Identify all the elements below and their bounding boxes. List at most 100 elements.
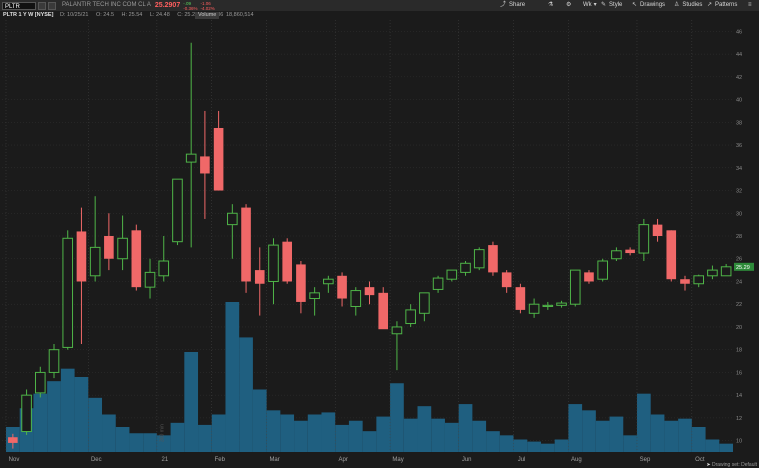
symbol-dropdown-button[interactable]: [38, 1, 46, 10]
candle-body: [254, 270, 265, 284]
style-button[interactable]: ✎ Style: [601, 0, 622, 11]
volume-bar: [650, 414, 665, 452]
candle-body: [542, 304, 554, 307]
studies-label: Studies: [682, 2, 703, 8]
x-tick-label: May: [392, 457, 403, 463]
change-extra-2: -4.02%: [200, 5, 215, 11]
candle-body: [21, 394, 32, 433]
volume-bar: [431, 418, 445, 452]
volume-bar: [294, 420, 308, 452]
volume-bar: [705, 439, 720, 452]
volume-bar: [321, 412, 336, 452]
x-tick-label: 21: [162, 457, 169, 463]
chevron-down-icon: ▾: [593, 2, 597, 8]
volume-bar: [362, 431, 377, 452]
patterns-button[interactable]: ↗ Patterns: [707, 0, 737, 11]
price-chart[interactable]: 10 12 14 16 18 20 22 24 26 28 30 32 34 36 38 40 42 44 46 No…: [0, 20, 759, 468]
y-tick-label: 36: [736, 143, 742, 149]
volume-bar: [691, 427, 706, 452]
candle-body: [680, 279, 690, 284]
y-tick-label: 22: [736, 302, 742, 308]
share-button[interactable]: ⤴ Share: [500, 0, 525, 11]
volume-bar: [582, 410, 596, 452]
candle-body: [378, 292, 389, 330]
studies-button[interactable]: ♙ Studies: [674, 0, 702, 11]
share-label: Share: [509, 2, 526, 8]
settings-button[interactable]: ⚙: [566, 0, 574, 11]
volume-bar: [115, 427, 130, 452]
y-tick-label: 30: [736, 211, 742, 217]
cursor-icon: ↖: [632, 2, 638, 8]
x-tick-label: Mar: [269, 457, 279, 463]
candle-body: [104, 236, 114, 259]
candle-body: [446, 269, 458, 280]
x-tick-label: Aug: [571, 457, 582, 463]
volume-bar: [595, 420, 610, 452]
candle-body: [460, 262, 471, 273]
flask-icon: ⚗: [548, 2, 554, 8]
drawing-set-indicator[interactable]: ➤ Drawing set: Default: [706, 462, 757, 468]
volume-bar: [472, 420, 487, 452]
volume-value: 18,860,514: [226, 12, 254, 18]
candle-body: [89, 246, 101, 277]
x-tick-label: Apr: [339, 457, 348, 463]
price-change-2: -1.06 -4.02%: [200, 1, 214, 11]
brush-icon: ✎: [601, 2, 607, 8]
y-tick-label: 14: [736, 393, 742, 399]
period-button[interactable]: Wk ▾: [583, 0, 600, 11]
volume-bar: [499, 435, 514, 452]
volume-bar: [417, 406, 432, 452]
candle-body: [391, 326, 403, 335]
patterns-label: Patterns: [715, 2, 738, 8]
candle-body: [652, 224, 663, 236]
y-tick-label: 18: [736, 348, 742, 354]
volume-bar: [623, 435, 637, 452]
volume-bar: [609, 416, 624, 452]
volume-bar: [198, 424, 212, 452]
x-tick-label: Sep: [640, 457, 651, 463]
candle-body: [131, 230, 142, 288]
flask-button[interactable]: ⚗: [548, 0, 556, 11]
candle-body: [350, 290, 362, 307]
volume-bar: [143, 433, 157, 452]
drawings-button[interactable]: ↖ Drawings: [632, 0, 665, 11]
candle-body: [227, 212, 238, 226]
company-name: PALANTIR TECH INC COM CL A: [62, 2, 151, 8]
symbol-link-button[interactable]: [48, 1, 56, 10]
x-tick-label: Dec: [91, 457, 102, 463]
volume-bar: [664, 420, 679, 452]
y-tick-label: 34: [736, 166, 742, 172]
x-tick-label: Feb: [215, 457, 226, 463]
ohlc-open: O: 24.5: [95, 12, 115, 18]
symbol-input[interactable]: PLTR: [2, 1, 36, 10]
candle-body: [282, 241, 292, 282]
volume-bar: [239, 337, 253, 452]
y-tick-label: 32: [736, 189, 742, 195]
ohlc-low: L: 24.48: [149, 12, 170, 18]
volume-bar: [102, 414, 116, 452]
x-tick-label: Oct: [695, 457, 705, 463]
volume-bar: [60, 368, 75, 452]
y-tick-label: 28: [736, 234, 742, 240]
candle-body: [364, 287, 375, 296]
volume-label: Volume: [195, 12, 220, 19]
candle-body: [76, 231, 87, 282]
candle-body: [707, 269, 718, 277]
candle-body: [268, 244, 279, 282]
share-icon: ⤴: [500, 2, 507, 8]
volume-bar: [540, 443, 555, 452]
beaker-icon: ♙: [674, 2, 680, 8]
y-tick-label: 40: [736, 98, 742, 104]
chart-symbol-label: PLTR 1 Y W [NYSE]: [3, 12, 54, 18]
menu-button[interactable]: ≡: [748, 0, 755, 11]
volume-bar: [225, 302, 240, 452]
y-tick-label: 24: [736, 279, 742, 285]
volume-bar: [129, 433, 144, 452]
x-tick-label: Nov: [9, 457, 20, 463]
drawings-label: Drawings: [640, 2, 666, 8]
volume-bar: [33, 393, 48, 452]
gear-icon: ⚙: [566, 2, 572, 8]
candle-body: [556, 302, 567, 306]
volume-bar: [390, 383, 404, 452]
candle-body: [62, 237, 74, 348]
